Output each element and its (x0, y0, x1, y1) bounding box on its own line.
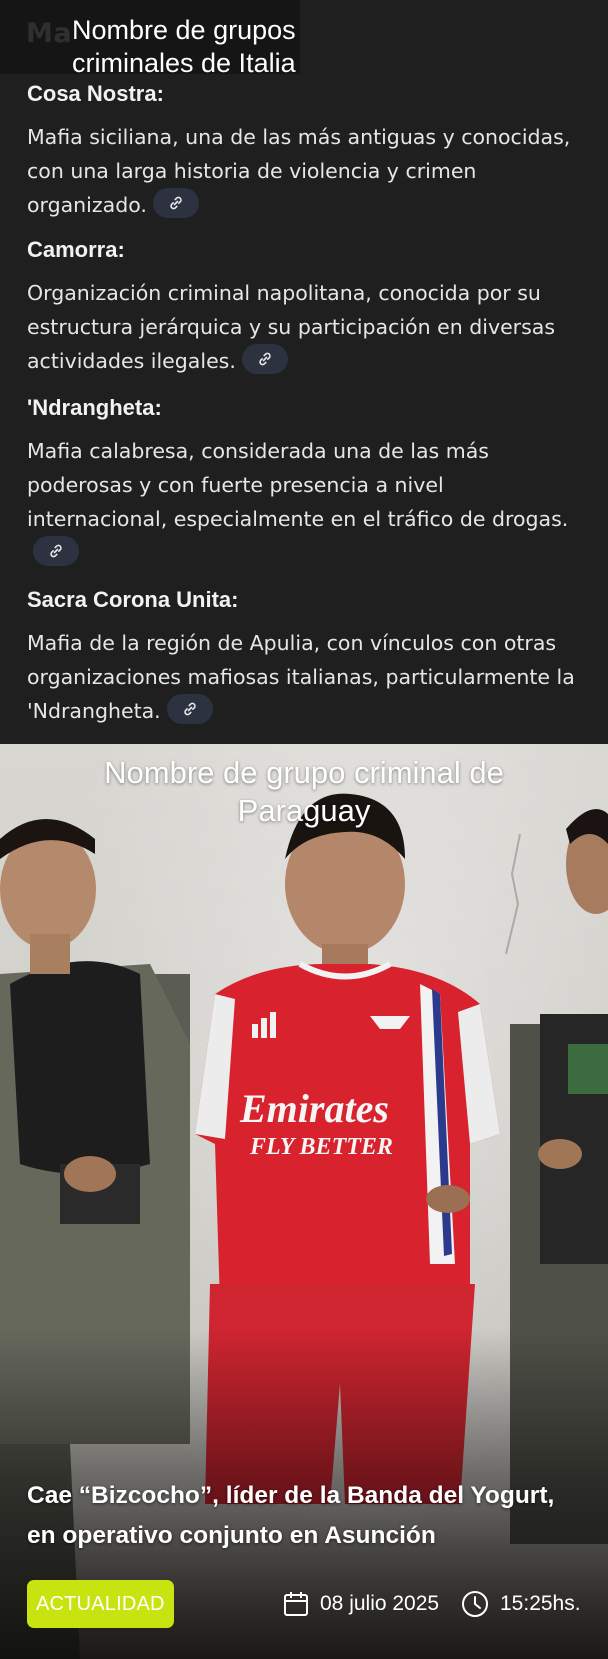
source-link-button[interactable] (152, 188, 199, 218)
photo-caption-line-1: Nombre de grupo criminal de (104, 755, 504, 790)
group-ndrangheta: 'Ndrangheta: Mafia calabresa, considerad… (27, 394, 587, 570)
category-badge[interactable]: ACTUALIDAD (27, 1580, 174, 1628)
group-sacra-corona-unita: Sacra Corona Unita: Mafia de la región d… (27, 586, 587, 728)
group-name: Camorra: (27, 237, 125, 262)
link-icon (170, 196, 182, 210)
article-time: 15:25hs. (460, 1584, 581, 1624)
news-article-card[interactable]: Emirates FLY BETTER Nombre de grupo crim… (0, 744, 608, 1659)
group-name: 'Ndrangheta: (27, 395, 162, 420)
group-description: Mafia calabresa, considerada una de las … (27, 434, 587, 570)
group-name: Sacra Corona Unita: (27, 587, 239, 612)
photo-caption-line-2: Paraguay (237, 793, 371, 828)
link-icon (259, 352, 271, 366)
obscured-heading: Ma (26, 18, 73, 49)
article-date-text: 08 julio 2025 (320, 1592, 440, 1615)
jersey-sponsor-text: Emirates (239, 1086, 389, 1131)
source-link-button[interactable] (166, 694, 213, 724)
group-description: Mafia siciliana, una de las más antiguas… (27, 125, 571, 218)
clock-icon (462, 1591, 488, 1617)
article-date: 08 julio 2025 (282, 1584, 439, 1624)
caption-title-line-2: criminales de Italia (72, 48, 296, 78)
calendar-icon (284, 1592, 308, 1616)
source-link-button[interactable] (241, 344, 288, 374)
group-description: Organización criminal napolitana, conoci… (27, 281, 556, 374)
link-icon (50, 544, 62, 558)
group-description: Mafia de la región de Apulia, con víncul… (27, 631, 575, 724)
jersey-slogan-text: FLY BETTER (249, 1134, 393, 1160)
ai-overview-panel: Ma Nombre de grupos criminales de Italia… (0, 0, 608, 744)
link-icon (183, 702, 196, 716)
source-link-button[interactable] (33, 536, 79, 566)
group-name: Cosa Nostra: (27, 81, 164, 106)
photo-caption-title: Nombre de grupo criminal de Paraguay (0, 754, 608, 830)
caption-title-line-1: Nombre de grupos (72, 15, 296, 45)
group-cosa-nostra: Cosa Nostra: Mafia siciliana, una de las… (27, 80, 587, 222)
article-headline[interactable]: Cae “Bizcocho”, líder de la Banda del Yo… (27, 1476, 587, 1556)
article-time-text: 15:25hs. (500, 1592, 581, 1615)
group-camorra: Camorra: Organización criminal napolitan… (27, 236, 587, 378)
caption-title: Nombre de grupos criminales de Italia (72, 14, 296, 80)
caption-overlay: Ma Nombre de grupos criminales de Italia (0, 0, 300, 78)
